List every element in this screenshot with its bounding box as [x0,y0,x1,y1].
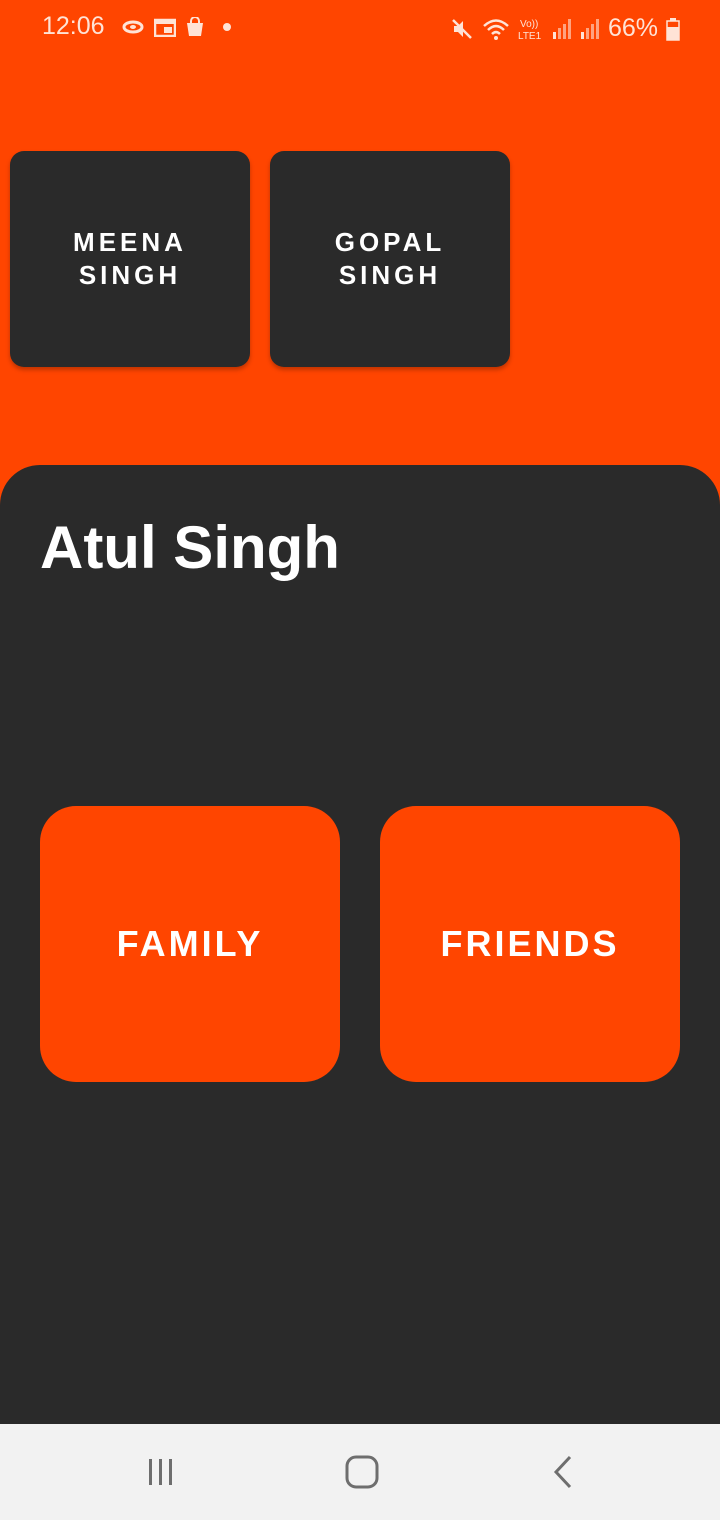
home-button[interactable] [332,1452,392,1492]
svg-text:LTE1: LTE1 [518,31,542,42]
contact-name: MEENA SINGH [73,227,187,290]
back-icon [553,1455,572,1489]
recents-icon [149,1459,172,1485]
svg-text:Vo)): Vo)) [520,19,538,30]
profile-sheet: Atul Singh FAMILY FRIENDS [0,465,720,1425]
home-icon [345,1455,379,1489]
contact-name: GOPAL SINGH [334,227,446,290]
status-bar: 12:06 Vo)) LTE1 66% [0,0,720,56]
friends-button[interactable]: FRIENDS [380,806,680,1082]
signal-icon [552,18,571,39]
status-time: 12:06 [42,12,105,40]
contact-card-gopal-singh[interactable]: GOPAL SINGH [270,151,510,367]
calendar-icon [154,18,176,37]
notification-icons [122,17,236,37]
family-button[interactable]: FAMILY [40,806,340,1082]
bag-icon [187,17,203,36]
friends-button-label: FRIENDS [440,923,620,964]
signal-icon [580,18,599,39]
wifi-icon [483,18,509,40]
navigation-bar [0,1424,720,1520]
profile-name: Atul Singh [40,514,340,581]
volte-icon: Vo)) LTE1 [518,19,542,42]
battery-icon [666,17,680,41]
contact-card-meena-singh[interactable]: MEENA SINGH [10,151,250,367]
battery-percentage: 66% [607,14,658,42]
swirl-icon [122,20,144,34]
recents-button[interactable] [131,1452,191,1492]
system-icons: Vo)) LTE1 66% [450,14,680,43]
dot-icon [223,23,231,31]
back-button[interactable] [534,1452,594,1492]
mute-icon [452,18,472,39]
family-button-label: FAMILY [116,923,264,964]
